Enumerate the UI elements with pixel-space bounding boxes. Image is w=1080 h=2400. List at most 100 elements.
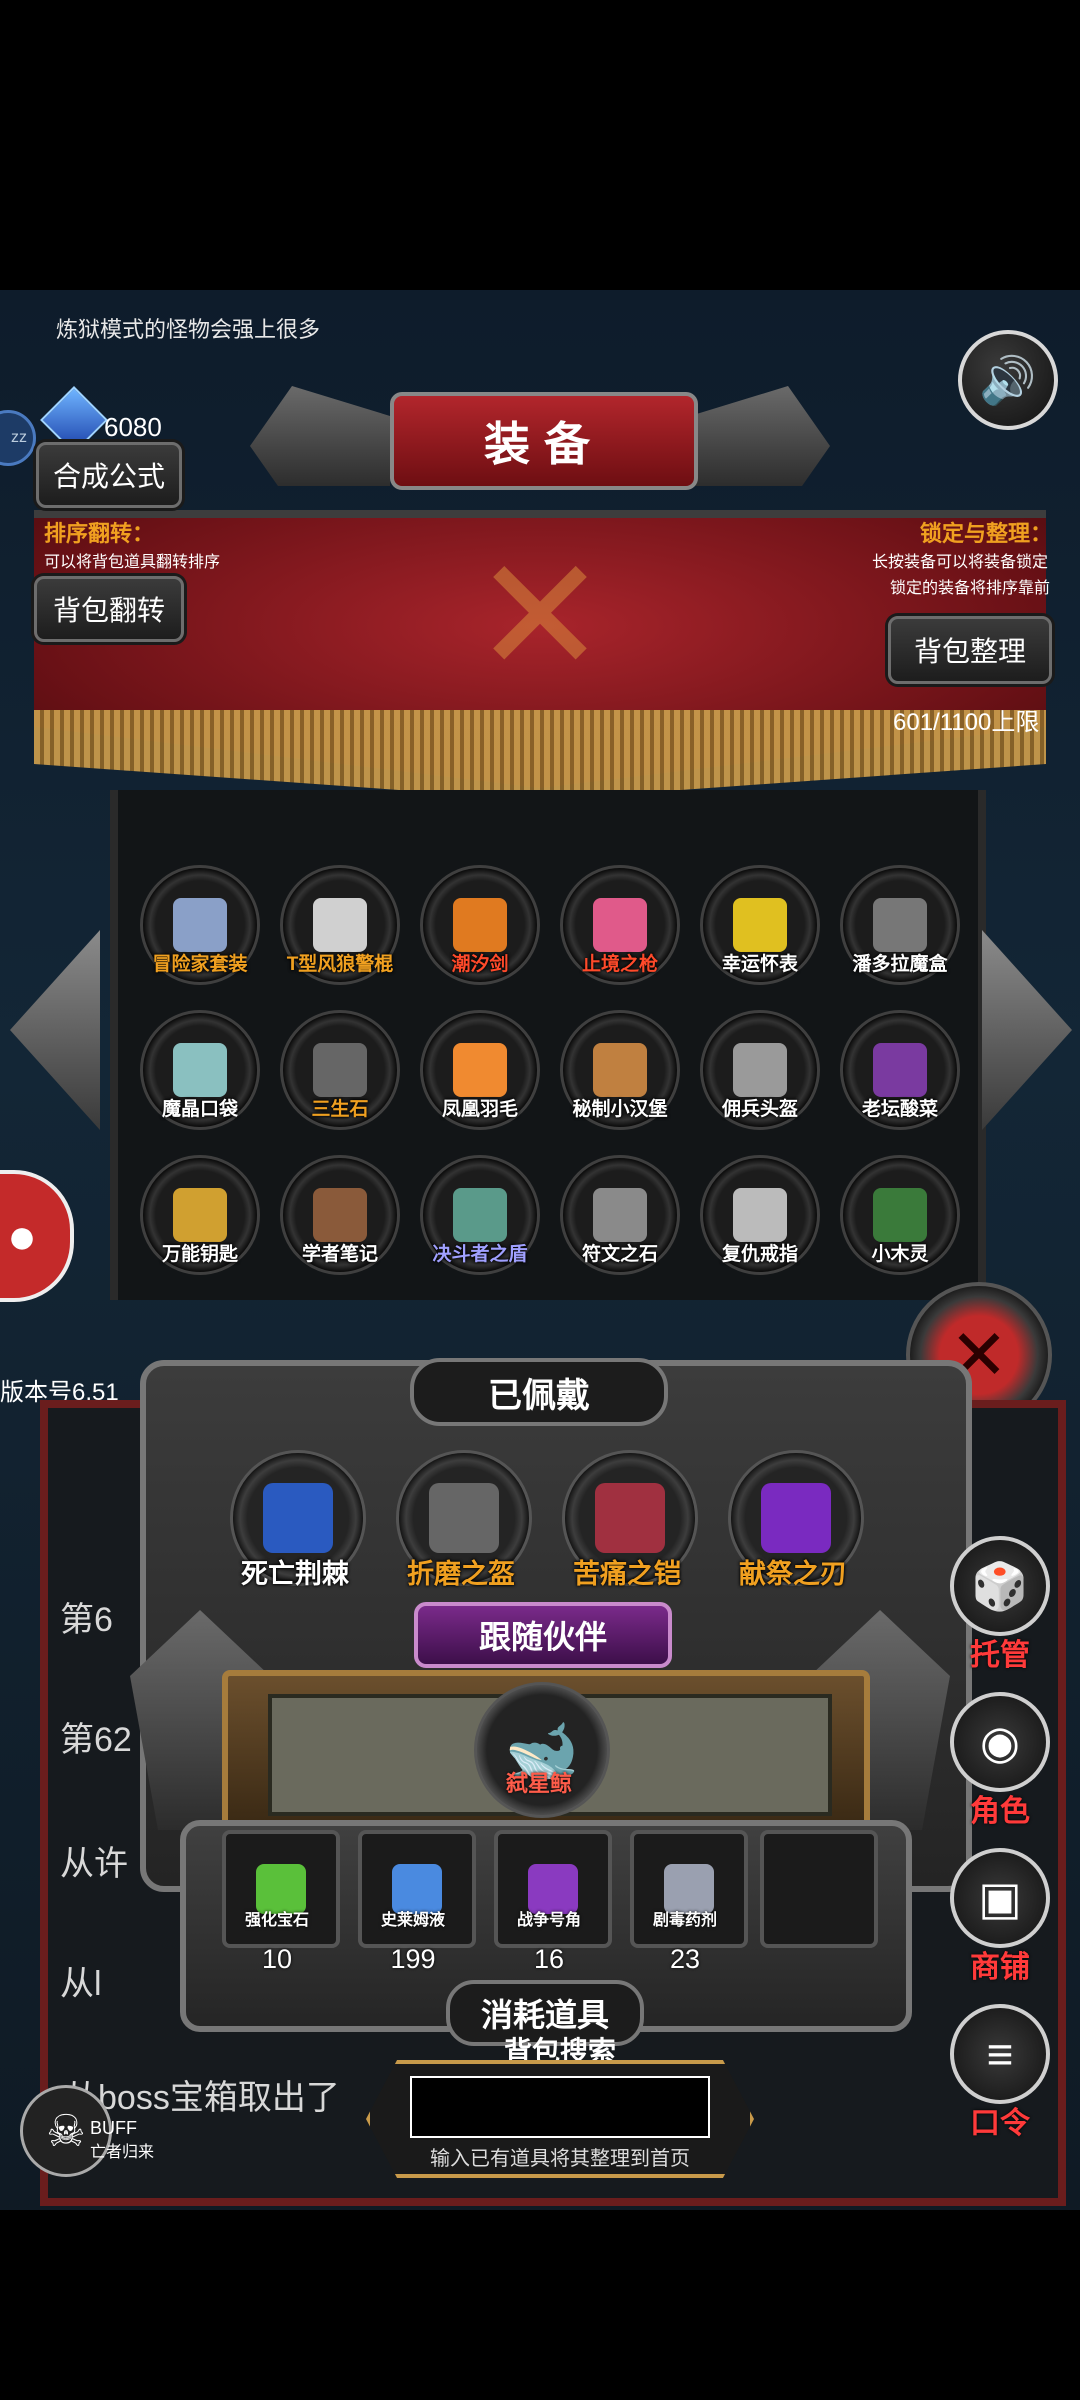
flip-backpack-button[interactable]: 背包翻转: [34, 576, 184, 642]
equipped-item-label: 献祭之刃: [739, 1559, 847, 1589]
consumable-label: 史莱姆液: [380, 1912, 445, 1929]
pocket-watch-icon: [733, 898, 787, 952]
sound-icon[interactable]: 🔊: [958, 330, 1058, 430]
inventory-item[interactable]: 冒险家套装: [140, 865, 260, 985]
title-wing-right: [690, 386, 830, 486]
thorn-icon: [263, 1483, 333, 1553]
side-badge[interactable]: zz: [0, 410, 36, 466]
title-wing-left: [250, 386, 390, 486]
equipped-item-label: 折磨之盔: [407, 1559, 515, 1589]
consumable-label: 战争号角: [516, 1912, 581, 1929]
prev-page-arrow-icon[interactable]: [10, 930, 100, 1130]
empty-consumable-slot[interactable]: [760, 1830, 878, 1948]
inventory-item[interactable]: 万能钥匙: [140, 1155, 260, 1275]
consumable-label: 剧毒药剂: [652, 1912, 717, 1929]
pandora-box-icon: [873, 898, 927, 952]
equipped-item[interactable]: 死亡荆棘: [230, 1450, 366, 1589]
inventory-item[interactable]: 凤凰羽毛: [420, 1010, 540, 1130]
equipped-item[interactable]: 献祭之刃: [728, 1450, 864, 1589]
inventory-item-label: 止境之枪: [581, 954, 658, 975]
character-icon: ◉: [950, 1692, 1050, 1792]
side-action-button[interactable]: ◉ 角色: [950, 1692, 1050, 1830]
inventory-item[interactable]: 秘制小汉堡: [560, 1010, 680, 1130]
consumable-item[interactable]: 剧毒药剂 23: [630, 1830, 748, 1974]
inventory-item-label: 潮汐剑: [451, 954, 509, 975]
armor-icon: [595, 1483, 665, 1553]
inventory-item-label: 魔晶口袋: [161, 1099, 238, 1120]
inventory-item[interactable]: 符文之石: [560, 1155, 680, 1275]
burger-icon: [593, 1043, 647, 1097]
inventory-item[interactable]: 佣兵头盔: [700, 1010, 820, 1130]
inventory-item[interactable]: 潘多拉魔盒: [840, 865, 960, 985]
sort-flip-title: 排序翻转：: [44, 521, 155, 546]
inventory-item[interactable]: 止境之枪: [560, 865, 680, 985]
synthesis-formula-button[interactable]: 合成公式: [36, 442, 182, 508]
consumable-slot: [494, 1830, 612, 1948]
inventory-item-label: 秘制小汉堡: [572, 1099, 668, 1120]
inventory-item[interactable]: 老坛酸菜: [840, 1010, 960, 1130]
lock-sort-note-2: 锁定的装备将排序靠前: [890, 580, 1051, 597]
consumable-item[interactable]: 强化宝石 10: [222, 1830, 340, 1974]
game-screen: 炼狱模式的怪物会强上很多 🔊 zz 6080 ✕ 装备 合成公式 排序翻转： 可…: [0, 290, 1080, 2210]
key-icon: [173, 1188, 227, 1242]
feather-icon: [453, 1043, 507, 1097]
consumable-count: 16: [533, 1944, 565, 1974]
inventory-item-label: 三生石: [311, 1099, 369, 1120]
inventory-item[interactable]: 决斗者之盾: [420, 1155, 540, 1275]
inventory-item-label: 凤凰羽毛: [441, 1099, 518, 1120]
currency-count: 6080: [104, 412, 162, 442]
helmet-icon: [733, 1043, 787, 1097]
log-line: 第6: [60, 1601, 113, 1639]
lock-sort-note-1: 长按装备可以将装备锁定: [872, 554, 1049, 571]
inventory-item[interactable]: 潮汐剑: [420, 865, 540, 985]
search-hint: 输入已有道具将其整理到首页: [430, 2148, 690, 2170]
consumable-item[interactable]: 战争号角 16: [494, 1830, 612, 1974]
adventurer-outfit-icon: [173, 898, 227, 952]
notebook-icon: [313, 1188, 367, 1242]
side-action-button[interactable]: ≡ 口令: [950, 2004, 1050, 2142]
equipped-item-label: 苦痛之铠: [573, 1559, 681, 1589]
side-action-button[interactable]: 🎲 托管: [950, 1536, 1050, 1674]
log-line: 从许: [60, 1845, 128, 1883]
equipped-item[interactable]: 苦痛之铠: [562, 1450, 698, 1589]
organize-backpack-button[interactable]: 背包整理: [888, 616, 1052, 684]
companion-title: 跟随伙伴: [414, 1602, 672, 1668]
buff-title: BUFF: [90, 2118, 137, 2138]
sort-flip-note: 可以将背包道具翻转排序: [44, 554, 221, 571]
page-title: 装备: [390, 392, 698, 490]
backpack-search-input[interactable]: [410, 2076, 710, 2138]
inventory-item-label: 决斗者之盾: [432, 1244, 528, 1265]
shield-icon: [453, 1188, 507, 1242]
consumable-count: 10: [261, 1944, 293, 1974]
pot-icon: [873, 1043, 927, 1097]
inventory-item-label: 小木灵: [871, 1244, 929, 1265]
inventory-item[interactable]: 魔晶口袋: [140, 1010, 260, 1130]
inventory-item-label: 佣兵头盔: [721, 1099, 798, 1120]
blade-icon: [761, 1483, 831, 1553]
inventory-item[interactable]: 学者笔记: [280, 1155, 400, 1275]
consumable-count: 199: [390, 1944, 436, 1974]
inventory-item-label: 复仇戒指: [721, 1244, 798, 1265]
equipped-item[interactable]: 折磨之盔: [396, 1450, 532, 1589]
tree-spirit-icon: [873, 1188, 927, 1242]
equipped-title: 已佩戴: [410, 1358, 668, 1426]
next-page-arrow-icon[interactable]: [982, 930, 1072, 1130]
side-action-label: 托管: [970, 1639, 1030, 1672]
dice-icon: 🎲: [950, 1536, 1050, 1636]
side-action-button[interactable]: ▣ 商铺: [950, 1848, 1050, 1986]
inventory-item[interactable]: 复仇戒指: [700, 1155, 820, 1275]
inventory-item[interactable]: T型风狼警棍: [280, 865, 400, 985]
side-action-label: 商铺: [970, 1951, 1030, 1984]
consumable-item[interactable]: 史莱姆液 199: [358, 1830, 476, 1974]
profile-icon[interactable]: ●: [0, 1170, 74, 1302]
crossed-swords-emblem-icon: ✕: [472, 525, 608, 705]
inventory-item[interactable]: 三生石: [280, 1010, 400, 1130]
inventory-item[interactable]: 幸运怀表: [700, 865, 820, 985]
consumable-count: 23: [669, 1944, 701, 1974]
sword-icon: [453, 898, 507, 952]
inventory-item-label: 老坛酸菜: [861, 1099, 938, 1120]
lock-sort-title: 锁定与整理：: [920, 521, 1053, 546]
inventory-item[interactable]: 小木灵: [840, 1155, 960, 1275]
consumable-slot: [222, 1830, 340, 1948]
consumable-slot: [358, 1830, 476, 1948]
